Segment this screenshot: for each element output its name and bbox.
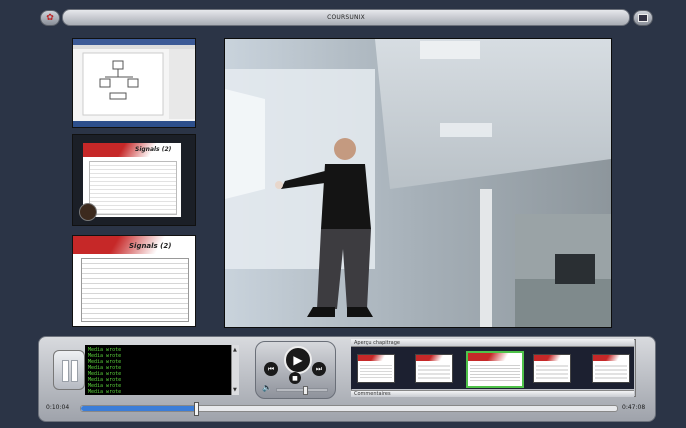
play-button[interactable]: ▶: [284, 346, 312, 374]
thumbnail-screen[interactable]: [72, 38, 196, 128]
volume-knob[interactable]: [303, 386, 308, 395]
current-time: 0:10:04: [46, 404, 70, 411]
settings-icon: ✿: [46, 12, 54, 23]
thumbnail-screen-preview: [73, 39, 195, 127]
play-icon: ▶: [293, 353, 303, 367]
presenter-avatar: [79, 203, 97, 221]
stop-button[interactable]: ■: [289, 372, 301, 384]
screen-icon: [638, 14, 648, 22]
total-time: 0:47:08: [622, 404, 646, 411]
video-frame: [225, 39, 611, 327]
console-line: Media wrote: [88, 389, 122, 395]
video-player[interactable]: [224, 38, 612, 328]
stop-icon: ■: [292, 374, 298, 382]
title-bar: COURSUNIX: [62, 9, 630, 26]
seek-bar-knob[interactable]: [193, 402, 199, 416]
pause-button[interactable]: [53, 350, 85, 390]
chapter-thumbnail[interactable]: [415, 354, 453, 383]
comments-label: Commentaires: [354, 391, 391, 397]
thumbnail-slide[interactable]: Signals (2): [72, 235, 196, 327]
transport-controls: ⏮ ▶ ⏭ ■ 🔈: [255, 341, 336, 399]
chapters-header: Aperçu chapitrage: [351, 339, 634, 347]
fullscreen-button[interactable]: [633, 10, 653, 26]
slide-title: Signals (2): [135, 146, 172, 153]
thumbnail-slide-active[interactable]: Signals (2): [72, 134, 196, 226]
comments-header[interactable]: Commentaires: [351, 390, 634, 397]
volume-slider[interactable]: [276, 386, 328, 395]
rewind-button[interactable]: ⏮: [264, 362, 278, 376]
chapter-thumbnail[interactable]: [533, 354, 571, 383]
fast-forward-icon: ⏭: [315, 364, 323, 373]
volume-icon[interactable]: 🔈: [262, 383, 272, 392]
seek-bar-progress: [81, 406, 196, 411]
scroll-up-icon[interactable]: ▲: [233, 347, 237, 353]
chapters-label: Aperçu chapitrage: [354, 340, 400, 346]
settings-button[interactable]: ✿: [40, 10, 60, 26]
chapter-thumbnail-selected[interactable]: [466, 351, 524, 388]
console-log: Media wrote Media wrote Media wrote Medi…: [85, 345, 231, 395]
chapter-thumbnail[interactable]: [592, 354, 630, 383]
page-title: COURSUNIX: [327, 14, 365, 21]
fast-forward-button[interactable]: ⏭: [312, 362, 326, 376]
console-scrollbar[interactable]: ▲ ▼: [231, 345, 239, 395]
chapter-thumbnail[interactable]: [357, 354, 395, 383]
seek-bar[interactable]: [80, 402, 618, 416]
rewind-icon: ⏮: [267, 364, 275, 373]
slide-title: Signals (2): [129, 242, 172, 250]
scroll-down-icon[interactable]: ▼: [233, 387, 237, 393]
